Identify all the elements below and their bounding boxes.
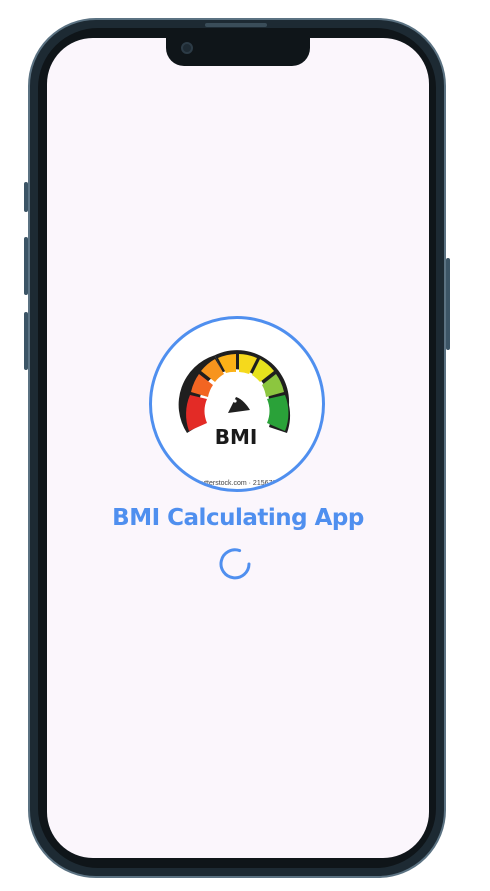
bmi-label: BMI <box>215 425 258 449</box>
speaker-grille <box>205 23 267 27</box>
action-button <box>24 182 28 212</box>
volume-down-button <box>24 312 28 370</box>
front-camera <box>181 42 193 54</box>
logo-watermark: shutterstock.com · 2156735 <box>193 480 281 487</box>
loading-spinner-icon <box>219 548 251 580</box>
power-button <box>446 258 450 350</box>
volume-up-button <box>24 237 28 295</box>
bmi-gauge-icon: BMI <box>178 350 291 449</box>
app-logo: BMI shutterstock.com · 2156735 <box>149 316 325 492</box>
app-title: BMI Calculating App <box>112 505 364 531</box>
